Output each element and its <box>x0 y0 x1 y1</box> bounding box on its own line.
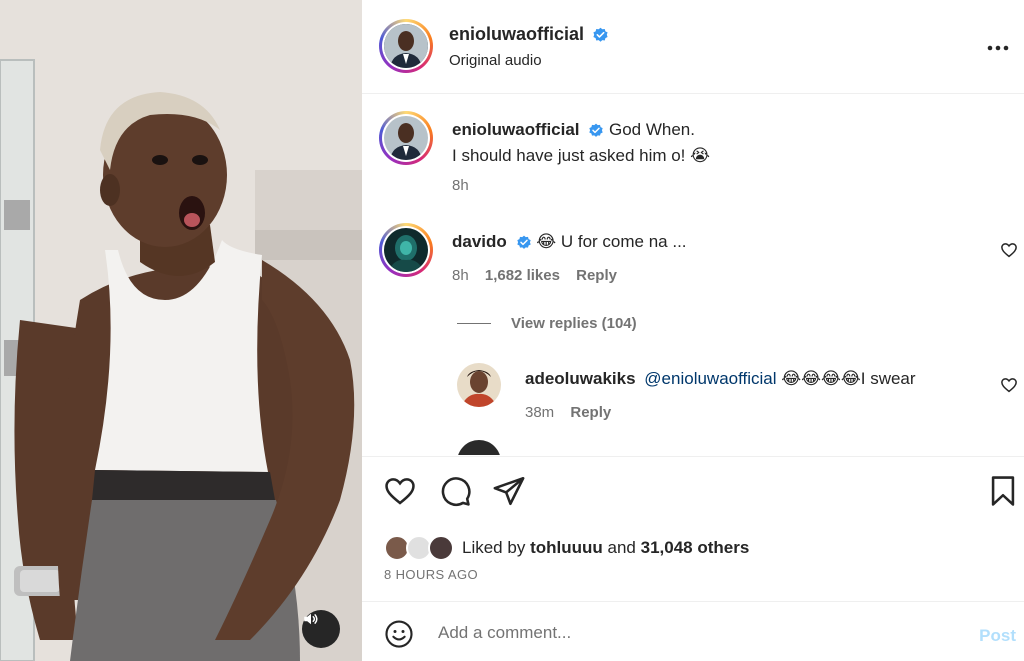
comment-author-davido[interactable]: davido <box>452 232 507 251</box>
more-dots-icon <box>987 45 1009 51</box>
view-replies-label[interactable]: View replies (104) <box>511 315 637 332</box>
video-frame-illustration <box>0 0 362 661</box>
save-bookmark-icon[interactable] <box>986 474 1020 508</box>
comment-davido-reply-button[interactable]: Reply <box>576 267 617 284</box>
post-video[interactable] <box>0 0 362 661</box>
comment-davido-meta: 8h 1,682 likes Reply <box>452 267 617 284</box>
caption-line-1: enioluwaofficial God When. <box>452 117 695 142</box>
comment-davido-text: U for come na ... <box>560 232 687 251</box>
comment-input[interactable] <box>438 622 938 644</box>
avatar-image <box>457 363 501 407</box>
verified-badge-icon <box>589 123 603 137</box>
like-comment-heart-icon[interactable] <box>1000 241 1018 259</box>
comment-avatar-davido[interactable] <box>379 223 433 277</box>
post-timestamp[interactable]: 8 HOURS AGO <box>384 567 478 582</box>
liked-by-user[interactable]: tohluuuu <box>530 538 603 558</box>
reply-avatar-clipped[interactable] <box>457 440 501 455</box>
author-avatar[interactable] <box>379 19 433 73</box>
reply-emojis: 😂😂😂😂 <box>781 369 861 388</box>
audio-label[interactable]: Original audio <box>449 52 542 69</box>
comment-davido-emoji: 😂 <box>536 232 557 251</box>
post-actions-bar: Liked by tohluuuu and 31,048 others 8 HO… <box>362 456 1024 601</box>
caption-emoji: 😭 <box>690 146 711 165</box>
replies-divider <box>457 323 491 324</box>
caption-text-line2: I should have just asked him o! <box>452 146 686 165</box>
liked-by-others-count[interactable]: 31,048 others <box>641 538 750 558</box>
reply-time: 38m <box>525 404 555 421</box>
post-header: enioluwaofficial Original audio <box>362 0 1024 94</box>
caption-author-avatar[interactable] <box>379 111 433 165</box>
reply-avatar-adeoluwakiks[interactable] <box>457 363 501 407</box>
post-details-panel: enioluwaofficial Original audio enioluwa… <box>362 0 1024 661</box>
verified-badge-icon <box>516 235 531 249</box>
verified-badge-icon <box>593 27 609 42</box>
author-name-row: enioluwaofficial <box>449 24 609 45</box>
avatar-image <box>384 228 428 272</box>
reply-adeoluwakiks-meta: 38m Reply <box>525 404 611 421</box>
reply-reply-button[interactable]: Reply <box>570 404 611 421</box>
comment-davido-likes[interactable]: 1,682 likes <box>485 267 560 284</box>
reply-adeoluwakiks-body: adeoluwakiks @enioluwaofficial 😂😂😂😂I swe… <box>525 366 916 391</box>
caption-line-2: I should have just asked him o! 😭 <box>452 143 710 168</box>
view-replies-button[interactable]: View replies (104) <box>457 315 637 332</box>
liked-by-prefix: Liked by <box>462 538 526 557</box>
liker-avatars[interactable] <box>384 535 456 561</box>
reply-text: I swear <box>860 369 916 388</box>
share-paper-plane-icon[interactable] <box>492 474 526 508</box>
liked-by-row: Liked by tohluuuu and 31,048 others <box>384 535 749 561</box>
reply-author-adeoluwakiks[interactable]: adeoluwakiks <box>525 369 636 388</box>
comments-section[interactable]: enioluwaofficial God When. I should have… <box>362 95 1024 455</box>
comment-davido-body: davido 😂 U for come na ... <box>452 229 687 254</box>
emoji-picker-icon[interactable] <box>384 619 414 649</box>
speaker-icon <box>304 613 318 625</box>
caption-time: 8h <box>452 177 469 194</box>
liked-by-and: and <box>607 538 636 557</box>
author-username[interactable]: enioluwaofficial <box>449 24 584 44</box>
comment-bubble-icon[interactable] <box>438 474 472 508</box>
avatar-image <box>384 116 428 160</box>
post-comment-button[interactable]: Post <box>979 626 1016 646</box>
caption-text-line1: God When. <box>609 120 695 139</box>
caption-author-username[interactable]: enioluwaofficial <box>452 120 580 139</box>
audio-toggle-button[interactable] <box>302 610 340 648</box>
reply-mention-link[interactable]: @enioluwaofficial <box>644 369 776 388</box>
like-reply-heart-icon[interactable] <box>1000 376 1018 394</box>
avatar-image <box>384 24 428 68</box>
like-heart-icon[interactable] <box>383 474 417 508</box>
liker-avatar <box>428 535 454 561</box>
more-options-button[interactable] <box>986 36 1010 60</box>
add-comment-bar: Post <box>362 601 1024 661</box>
comment-davido-time: 8h <box>452 267 469 284</box>
